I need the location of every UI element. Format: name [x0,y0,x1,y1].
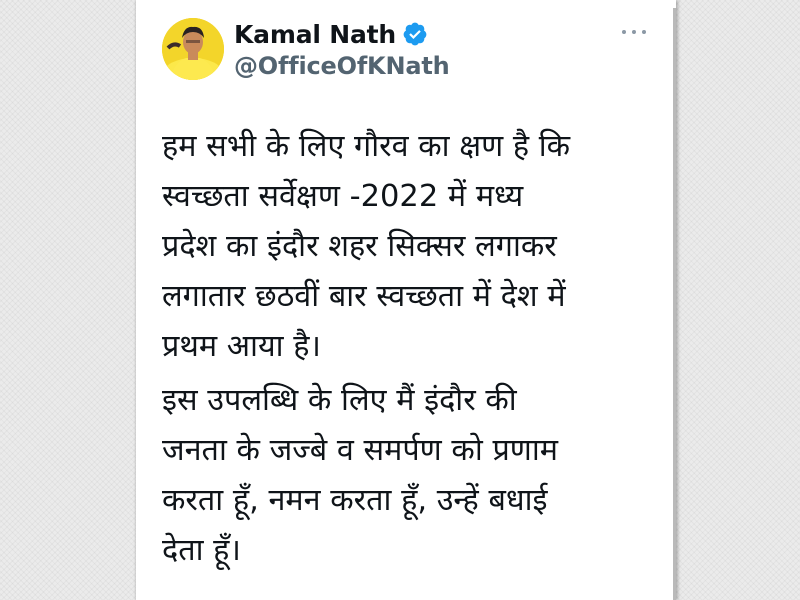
tweet-text-line: देता हूँ। [162,533,241,568]
tweet-paragraph: इस उपलब्धि के लिए मैं इंदौर की जनता के ज… [162,376,662,576]
more-dot [622,30,626,34]
tweet-text-line: प्रदेश का इंदौर शहर सिक्सर लगाकर [162,229,557,264]
tweet-paragraph: हम सभी के लिए गौरव का क्षण है कि स्वच्छत… [162,122,662,372]
more-dot [642,30,646,34]
more-options-icon[interactable] [622,24,646,40]
more-dot [632,30,636,34]
avatar[interactable] [162,18,224,80]
tweet-text-line: करता हूँ, नमन करता हूँ, उन्हें बधाई [162,483,548,518]
tweet-text-line: जनता के जज्बे व समर्पण को प्रणाम [162,433,558,468]
tweet-card: Kamal Nath @OfficeOfKNath हम सभी के लिए … [136,0,676,600]
tweet-text-line: इस उपलब्धि के लिए मैं इंदौर की [162,383,517,418]
tweet-text-line: लगातार छठवीं बार स्वच्छता में देश में [162,279,566,314]
tweet-text-line: प्रथम आया है। [162,329,321,364]
author-display-name[interactable]: Kamal Nath [234,20,396,49]
tweet-text: हम सभी के लिए गौरव का क्षण है कि स्वच्छत… [162,122,662,576]
profile-photo-icon [162,18,224,80]
tweet-text-line: स्वच्छता सर्वेक्षण -2022 में मध्य [162,179,524,214]
tweet-text-line: हम सभी के लिए गौरव का क्षण है कि [162,129,571,164]
verified-badge-icon [402,21,428,47]
author-handle[interactable]: @OfficeOfKNath [234,52,450,80]
tweet-header: Kamal Nath @OfficeOfKNath [162,18,662,88]
author-name-row[interactable]: Kamal Nath [234,18,428,50]
